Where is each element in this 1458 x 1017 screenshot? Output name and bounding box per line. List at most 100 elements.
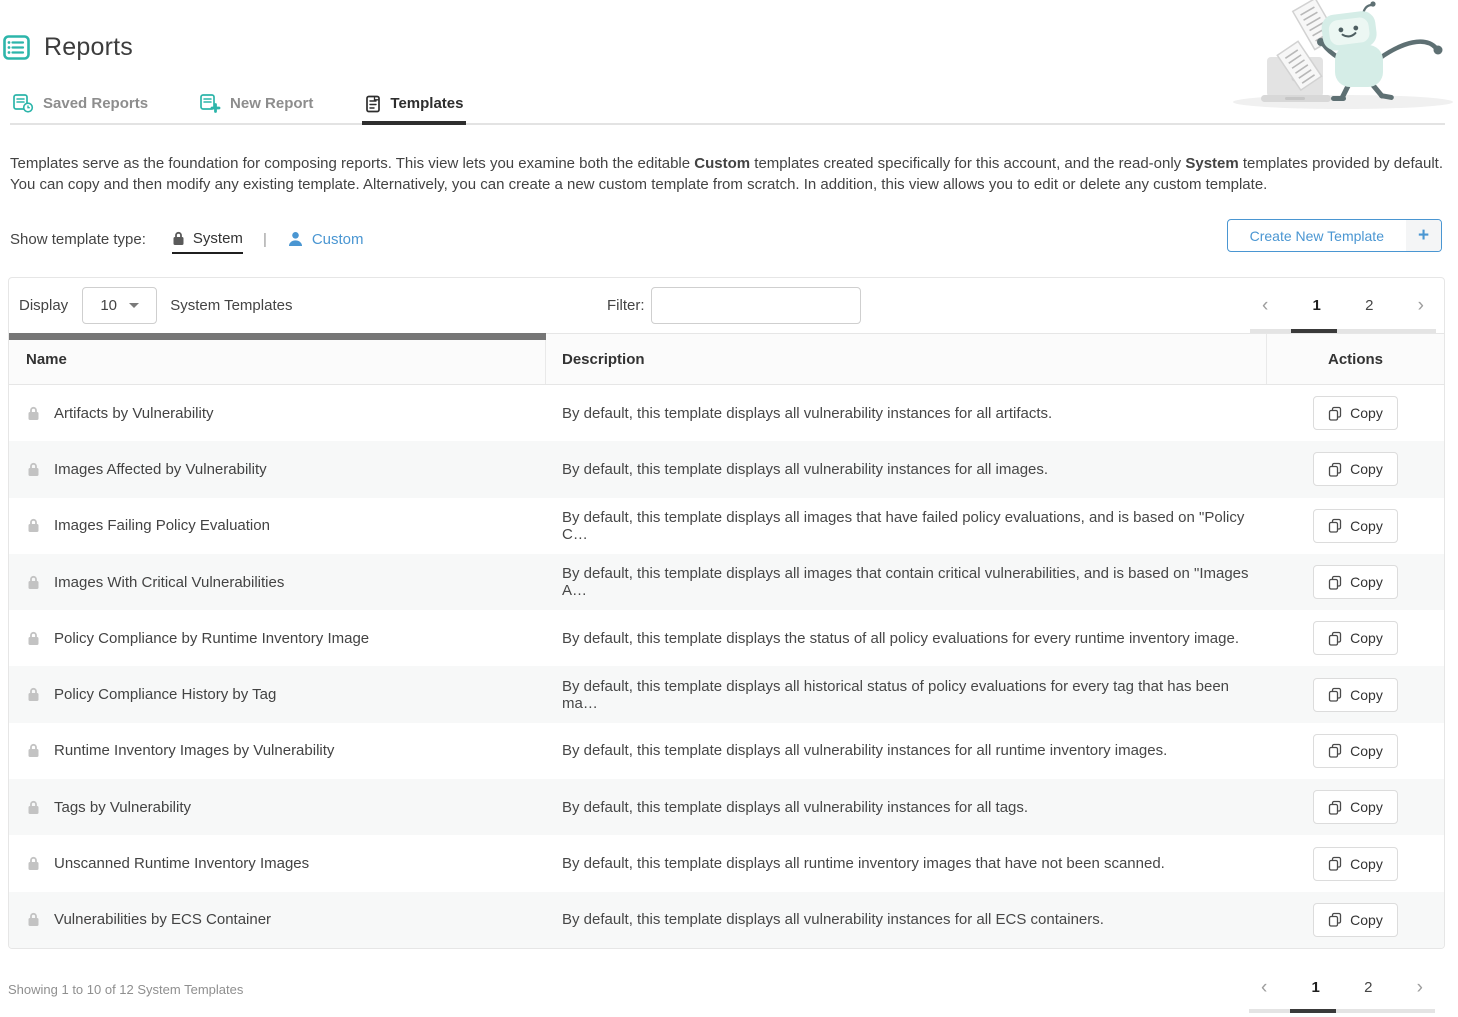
- template-name: Images With Critical Vulnerabilities: [54, 574, 284, 591]
- tab-label: Templates: [390, 95, 463, 112]
- intro-segment: templates created specifically for this …: [750, 155, 1185, 172]
- separator: |: [263, 231, 267, 248]
- actions-cell: Copy: [1267, 509, 1444, 543]
- lock-icon: [27, 687, 40, 702]
- copy-button[interactable]: Copy: [1313, 565, 1398, 599]
- template-description: By default, this template displays all i…: [546, 509, 1267, 543]
- template-description: By default, this template displays all v…: [546, 461, 1267, 478]
- filter-label: Filter:: [607, 297, 645, 314]
- template-description: By default, this template displays all v…: [546, 799, 1267, 816]
- filter-group: Filter:: [607, 287, 861, 324]
- template-name-cell: Images Affected by Vulnerability: [9, 461, 546, 478]
- intro-text: Templates serve as the foundation for co…: [10, 153, 1445, 195]
- template-name-cell: Policy Compliance History by Tag: [9, 686, 546, 703]
- prev-page-icon[interactable]: ‹: [1261, 978, 1267, 997]
- chevron-down-icon: [129, 303, 139, 308]
- page-number-1[interactable]: 1: [1313, 297, 1321, 314]
- copy-button[interactable]: Copy: [1313, 734, 1398, 768]
- copy-icon: [1328, 856, 1342, 871]
- page-number-2[interactable]: 2: [1365, 297, 1373, 314]
- next-page-icon[interactable]: ›: [1418, 296, 1424, 315]
- copy-label: Copy: [1350, 687, 1383, 703]
- template-type-custom[interactable]: Custom: [287, 231, 364, 248]
- lock-icon: [27, 912, 40, 927]
- copy-icon: [1328, 800, 1342, 815]
- copy-button[interactable]: Copy: [1313, 678, 1398, 712]
- pagination-active-indicator: [1291, 329, 1338, 333]
- lock-icon: [27, 856, 40, 871]
- column-header-description-label: Description: [562, 351, 645, 368]
- column-header-name[interactable]: Name: [9, 334, 546, 384]
- intro-segment: Templates serve as the foundation for co…: [10, 155, 694, 172]
- lock-icon: [27, 800, 40, 815]
- column-header-name-label: Name: [26, 351, 67, 368]
- intro-bold-system: System: [1185, 155, 1238, 172]
- tab-new-report[interactable]: New Report: [197, 94, 316, 125]
- results-summary: Showing 1 to 10 of 12 System Templates: [8, 982, 243, 997]
- templates-icon: [365, 95, 381, 113]
- prev-page-icon[interactable]: ‹: [1262, 296, 1268, 315]
- robot-illustration-graphic: [1225, 0, 1455, 112]
- copy-button[interactable]: Copy: [1313, 847, 1398, 881]
- copy-label: Copy: [1350, 518, 1383, 534]
- copy-label: Copy: [1350, 743, 1383, 759]
- template-name-cell: Tags by Vulnerability: [9, 799, 546, 816]
- template-type-system[interactable]: System: [172, 230, 243, 254]
- template-name: Policy Compliance History by Tag: [54, 686, 276, 703]
- tab-templates[interactable]: Templates: [362, 94, 466, 125]
- template-description: By default, this template displays all h…: [546, 678, 1267, 712]
- next-page-icon[interactable]: ›: [1417, 978, 1423, 997]
- display-caption: System Templates: [170, 297, 292, 314]
- copy-icon: [1328, 462, 1342, 477]
- lock-icon: [27, 462, 40, 477]
- robot-illustration: [1225, 0, 1455, 112]
- pagination-track: [1250, 329, 1436, 333]
- lock-icon: [27, 575, 40, 590]
- page-number-1[interactable]: 1: [1312, 979, 1320, 996]
- copy-label: Copy: [1350, 912, 1383, 928]
- table-row: Images Affected by Vulnerability By defa…: [9, 441, 1444, 497]
- template-name: Images Failing Policy Evaluation: [54, 517, 270, 534]
- copy-button[interactable]: Copy: [1313, 621, 1398, 655]
- table-row: Policy Compliance History by Tag By defa…: [9, 666, 1444, 722]
- pagination-track: [1249, 1009, 1435, 1013]
- actions-cell: Copy: [1267, 452, 1444, 486]
- table-row: Runtime Inventory Images by Vulnerabilit…: [9, 723, 1444, 779]
- copy-button[interactable]: Copy: [1313, 790, 1398, 824]
- templates-panel: Display 10 System Templates Filter: ‹ 1 …: [8, 277, 1445, 949]
- lock-icon: [27, 518, 40, 533]
- page-number-2[interactable]: 2: [1364, 979, 1372, 996]
- template-name-cell: Images With Critical Vulnerabilities: [9, 574, 546, 591]
- copy-button[interactable]: Copy: [1313, 509, 1398, 543]
- actions-cell: Copy: [1267, 396, 1444, 430]
- display-count-select[interactable]: 10: [82, 287, 157, 324]
- table-row: Vulnerabilities by ECS Container By defa…: [9, 892, 1444, 948]
- table-controls: Display 10 System Templates Filter: ‹ 1 …: [9, 278, 1444, 333]
- tab-label: New Report: [230, 95, 313, 112]
- copy-icon: [1328, 518, 1342, 533]
- filter-input[interactable]: [651, 287, 861, 324]
- tab-saved-reports[interactable]: Saved Reports: [10, 94, 151, 125]
- table-header: Name Description Actions: [9, 333, 1444, 385]
- template-name: Policy Compliance by Runtime Inventory I…: [54, 630, 369, 647]
- template-name: Artifacts by Vulnerability: [54, 405, 214, 422]
- reports-icon: [3, 35, 30, 60]
- copy-icon: [1328, 743, 1342, 758]
- template-name: Tags by Vulnerability: [54, 799, 191, 816]
- copy-button[interactable]: Copy: [1313, 396, 1398, 430]
- actions-cell: Copy: [1267, 565, 1444, 599]
- copy-icon: [1328, 912, 1342, 927]
- column-header-description: Description: [546, 334, 1267, 384]
- copy-button[interactable]: Copy: [1313, 452, 1398, 486]
- template-name-cell: Policy Compliance by Runtime Inventory I…: [9, 630, 546, 647]
- create-new-template-button[interactable]: Create New Template +: [1227, 219, 1442, 252]
- column-header-actions: Actions: [1267, 334, 1444, 384]
- copy-button[interactable]: Copy: [1313, 903, 1398, 937]
- actions-cell: Copy: [1267, 621, 1444, 655]
- actions-cell: Copy: [1267, 678, 1444, 712]
- template-name-cell: Images Failing Policy Evaluation: [9, 517, 546, 534]
- actions-cell: Copy: [1267, 903, 1444, 937]
- pagination-active-indicator: [1290, 1009, 1337, 1013]
- pagination-top: ‹ 1 2 ›: [1250, 278, 1436, 333]
- new-report-icon: [200, 94, 221, 113]
